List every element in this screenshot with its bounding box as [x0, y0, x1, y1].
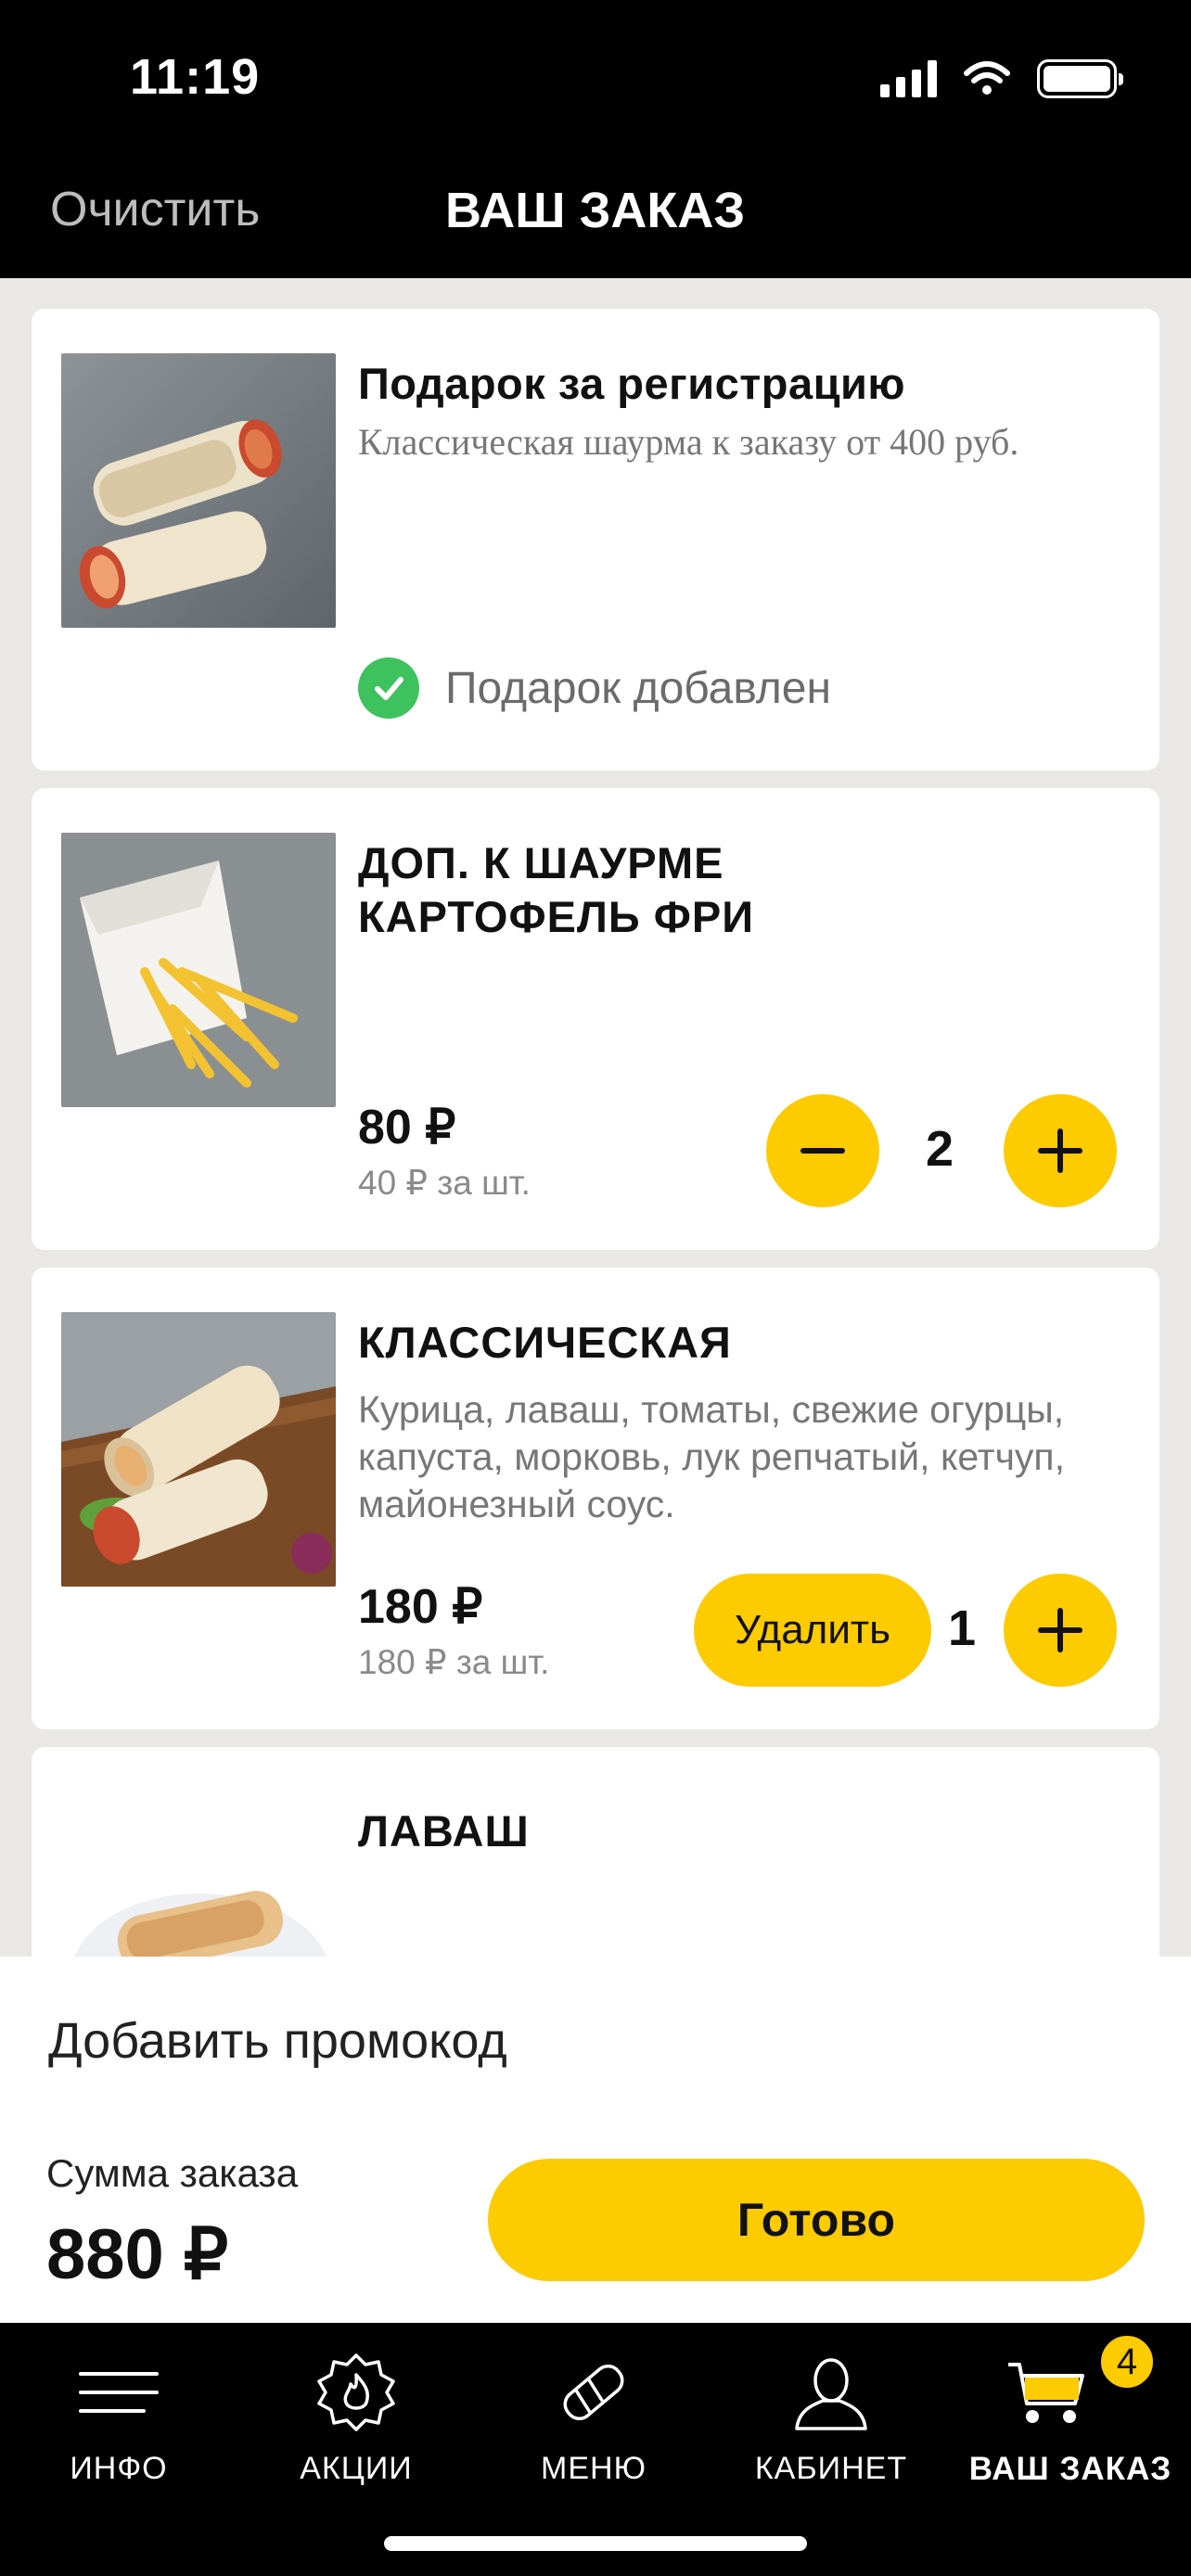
delete-item-button[interactable]: Удалить: [694, 1574, 931, 1687]
product-image-shawarma: [61, 353, 336, 628]
ready-button[interactable]: Готово: [488, 2159, 1145, 2281]
item-name-line-1: ДОП. К ШАУРМЕ: [358, 838, 724, 887]
order-item-fries: ДОП. К ШАУРМЕ КАРТОФЕЛЬ ФРИ 80 ₽ 40 ₽ за…: [32, 788, 1159, 1250]
user-icon: [785, 2351, 877, 2434]
shawarma-icon: [547, 2351, 640, 2434]
product-image-classic-shawarma: [61, 1312, 336, 1587]
status-time: 11:19: [130, 49, 261, 105]
plus-icon: [1038, 1608, 1082, 1652]
order-summary-panel: Добавить промокод Сумма заказа 880 ₽ Гот…: [0, 1957, 1191, 2323]
tab-label: КАБИНЕТ: [754, 2451, 908, 2486]
tab-info[interactable]: ИНФО: [0, 2341, 237, 2499]
add-promo-code-button[interactable]: Добавить промокод: [48, 2012, 507, 2070]
description-line-3: майонезный соус.: [358, 1483, 675, 1525]
item-unit-price: 180 ₽ за шт.: [358, 1643, 550, 1681]
clear-button[interactable]: Очистить: [50, 182, 260, 237]
decrease-quantity-button[interactable]: [766, 1094, 879, 1207]
check-icon: [358, 657, 419, 719]
page-title: ВАШ ЗАКАЗ: [445, 183, 746, 238]
tab-label: ИНФО: [70, 2451, 168, 2486]
minus-icon: [800, 1148, 845, 1154]
top-bar: 11:19 Очистить ВАШ ЗАКАЗ: [0, 0, 1191, 278]
cart-icon: [1000, 2351, 1093, 2434]
item-unit-price: 40 ₽ за шт.: [358, 1164, 531, 1202]
order-item-classic: КЛАССИЧЕСКАЯ Курица, лаваш, томаты, свеж…: [32, 1268, 1159, 1729]
battery-icon: [1037, 59, 1123, 98]
item-price: 180 ₽: [358, 1580, 483, 1634]
increase-quantity-button[interactable]: [1004, 1574, 1117, 1687]
item-description: Классическая шаурма к заказу от 400 руб.: [358, 421, 1019, 463]
cart-count-badge: 4: [1098, 2333, 1156, 2391]
item-name: КЛАССИЧЕСКАЯ: [358, 1318, 732, 1367]
tab-label: АКЦИИ: [300, 2451, 413, 2486]
tab-account[interactable]: КАБИНЕТ: [712, 2341, 950, 2499]
flame-badge-icon: [310, 2351, 403, 2434]
order-item-gift: Подарок за регистрацию Классическая шаур…: [32, 309, 1159, 771]
tab-menu[interactable]: МЕНЮ: [475, 2341, 712, 2499]
cellular-signal-icon: [880, 60, 937, 97]
item-name: ДОП. К ШАУРМЕ КАРТОФЕЛЬ ФРИ: [358, 836, 754, 944]
product-image-fries: [61, 833, 336, 1107]
menu-lines-icon: [72, 2351, 165, 2434]
gift-status-label: Подарок добавлен: [445, 663, 831, 713]
item-price: 80 ₽: [358, 1101, 456, 1154]
plus-icon: [1038, 1129, 1082, 1173]
wifi-icon: [964, 61, 1010, 95]
description-line-2: капуста, морковь, лук репчатый, кетчуп,: [358, 1435, 1066, 1478]
tab-promotions[interactable]: АКЦИИ: [237, 2341, 475, 2499]
tab-label: ВАШ ЗАКАЗ: [968, 2451, 1172, 2487]
status-icons: [880, 57, 1123, 100]
quantity-value: 2: [925, 1121, 954, 1177]
description-line-1: Курица, лаваш, томаты, свежие огурцы,: [358, 1388, 1065, 1431]
order-sum-label: Сумма заказа: [46, 2151, 299, 2195]
increase-quantity-button[interactable]: [1004, 1094, 1117, 1207]
item-name-line-2: КАРТОФЕЛЬ ФРИ: [358, 892, 754, 941]
order-sum-value: 880 ₽: [46, 2215, 229, 2294]
item-name: ЛАВАШ: [358, 1806, 530, 1855]
item-description: Курица, лаваш, томаты, свежие огурцы, ка…: [358, 1386, 1065, 1528]
tab-label: МЕНЮ: [541, 2451, 647, 2486]
quantity-value: 1: [947, 1600, 977, 1656]
home-indicator[interactable]: [384, 2536, 807, 2551]
item-name: Подарок за регистрацию: [358, 359, 906, 408]
gift-added-status: Подарок добавлен: [358, 657, 831, 719]
